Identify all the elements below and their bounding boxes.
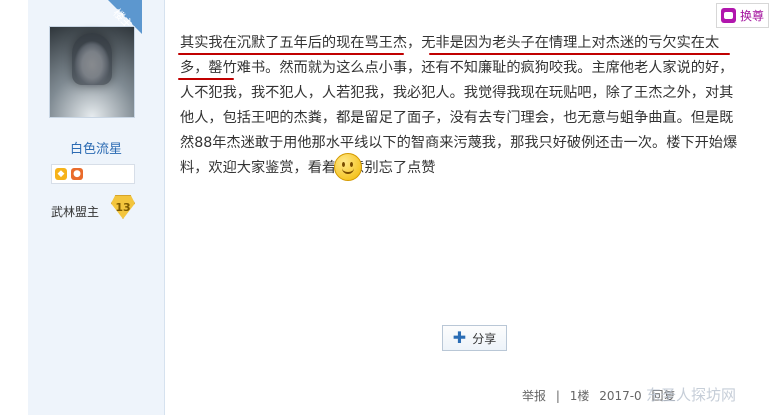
- username-link[interactable]: 白色流星: [28, 138, 164, 157]
- skin-button[interactable]: 换尊: [716, 3, 769, 28]
- red-underline: [178, 53, 404, 55]
- plus-icon: ✚: [452, 328, 467, 347]
- user-rank: 武林盟主: [51, 205, 100, 219]
- game-icon[interactable]: ●: [71, 168, 83, 180]
- post-date: 2017-0: [599, 389, 642, 403]
- skin-button-label: 换尊: [739, 9, 764, 23]
- share-button[interactable]: ✚ 分享: [442, 325, 507, 351]
- red-underline: [178, 78, 234, 80]
- post-container: 楼主 白色流星 ◆ ● 武林盟主 13 换尊 其实我在沉默了五年后的现在骂王杰，…: [0, 0, 769, 415]
- share-label: 分享: [472, 331, 497, 346]
- skin-icon: [720, 8, 736, 23]
- smiley-icon: [334, 153, 362, 181]
- watermark: 东圣人探坊网: [646, 386, 737, 404]
- medal-icon[interactable]: ◆: [55, 168, 67, 180]
- report-link[interactable]: 举报: [522, 389, 546, 403]
- avatar[interactable]: [49, 26, 135, 118]
- floor-number: 1楼: [569, 389, 590, 403]
- red-underline: [429, 53, 730, 55]
- footer-separator: |: [555, 389, 560, 403]
- badge-strip: ◆ ●: [51, 164, 135, 184]
